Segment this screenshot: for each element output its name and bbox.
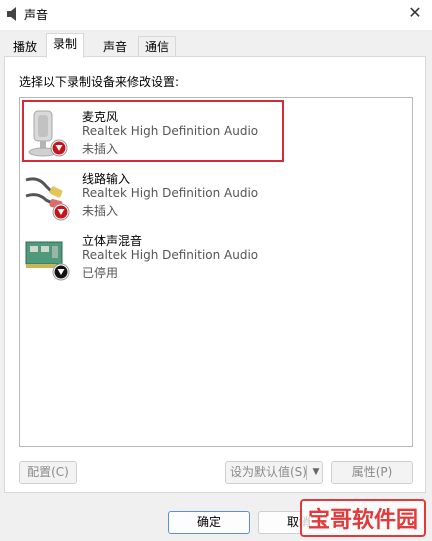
dropdown-arrow-icon[interactable]: ▼ bbox=[310, 462, 322, 483]
instruction-text: 选择以下录制设备来修改设置: bbox=[19, 75, 180, 89]
device-name: 立体声混音 bbox=[82, 234, 143, 248]
line-in-cable-icon bbox=[25, 177, 70, 221]
ok-button[interactable]: 确定 bbox=[168, 511, 250, 534]
tab-strip: 播放 录制 声音 通信 bbox=[0, 30, 432, 58]
configure-button[interactable]: 配置(C) bbox=[19, 461, 77, 484]
device-list[interactable]: 麦克风 Realtek High Definition Audio 未插入 线路… bbox=[19, 97, 413, 447]
device-status: 已停用 bbox=[82, 266, 119, 280]
speaker-icon bbox=[7, 7, 16, 21]
tab-sounds[interactable]: 声音 bbox=[96, 36, 134, 57]
device-driver: Realtek High Definition Audio bbox=[82, 124, 259, 138]
split-divider bbox=[306, 465, 307, 480]
close-button[interactable]: ✕ bbox=[404, 2, 426, 24]
title-bar: 声音 ✕ bbox=[0, 0, 432, 30]
device-status: 未插入 bbox=[82, 142, 119, 156]
device-item-microphone[interactable]: 麦克风 Realtek High Definition Audio 未插入 bbox=[20, 102, 412, 164]
recording-panel: 选择以下录制设备来修改设置: 麦克风 Realtek High Definiti… bbox=[4, 56, 426, 493]
device-name: 麦克风 bbox=[82, 110, 119, 124]
device-driver: Realtek High Definition Audio bbox=[82, 248, 259, 262]
tab-recording[interactable]: 录制 bbox=[46, 33, 85, 58]
device-driver: Realtek High Definition Audio bbox=[82, 186, 259, 200]
properties-button[interactable]: 属性(P) bbox=[331, 461, 413, 484]
device-item-line-in[interactable]: 线路输入 Realtek High Definition Audio 未插入 bbox=[20, 164, 412, 226]
tab-playback[interactable]: 播放 bbox=[6, 36, 44, 57]
device-item-stereo-mix[interactable]: 立体声混音 Realtek High Definition Audio 已停用 bbox=[20, 226, 412, 288]
set-default-label: 设为默认值(S) bbox=[230, 465, 307, 479]
microphone-icon bbox=[28, 110, 68, 157]
device-status: 未插入 bbox=[82, 204, 119, 218]
window-title: 声音 bbox=[24, 8, 49, 22]
device-name: 线路输入 bbox=[82, 172, 131, 186]
watermark-logo: 宝哥软件园 bbox=[299, 499, 426, 537]
tab-communications[interactable]: 通信 bbox=[138, 36, 177, 57]
sound-card-icon bbox=[25, 241, 70, 281]
set-default-button[interactable]: 设为默认值(S) ▼ bbox=[225, 461, 323, 484]
